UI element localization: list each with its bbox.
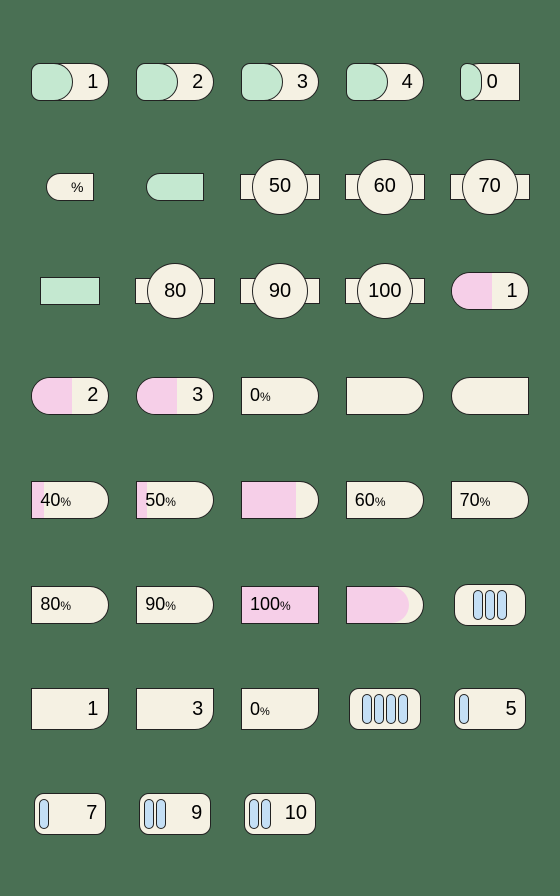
- capsule-icon: [398, 694, 408, 724]
- green-badge-2: 2: [136, 63, 214, 101]
- circle-70: 70: [462, 159, 518, 215]
- capsule-box-3: [454, 584, 526, 626]
- badge-number: 1: [506, 280, 517, 303]
- blank-pill-right: [346, 377, 424, 415]
- capsule-box-4: [349, 688, 421, 730]
- pink-fill-half: [241, 481, 319, 519]
- circle-number: 50: [269, 175, 291, 198]
- green-badge-3: 3: [241, 63, 319, 101]
- pct-symbol: %: [260, 706, 270, 718]
- pct-symbol: %: [60, 599, 71, 613]
- capsule-icon: [144, 799, 154, 829]
- capsule-icon: [374, 694, 384, 724]
- capsule-icon: [497, 590, 507, 620]
- circle-90: 90: [252, 263, 308, 319]
- green-badge-0: 0: [460, 63, 520, 101]
- capsule-icon: [459, 694, 469, 724]
- capsule-icon: [386, 694, 396, 724]
- pct-symbol: %: [280, 599, 291, 613]
- circle-number: 60: [374, 175, 396, 198]
- pink-pill-right: [346, 586, 424, 624]
- badge-number: 3: [192, 384, 203, 407]
- box-number: 9: [191, 802, 202, 825]
- num-box-3: 3: [136, 688, 214, 730]
- pct-number: 80: [40, 594, 60, 614]
- pink-badge-3: 3: [136, 377, 214, 415]
- percent-70: 70%: [451, 481, 529, 519]
- pct-symbol: %: [260, 390, 271, 404]
- badge-number: 2: [192, 71, 203, 94]
- percent-0: 0%: [241, 377, 319, 415]
- pct-number: 90: [145, 594, 165, 614]
- pct-symbol: %: [60, 495, 71, 509]
- pct-number: 100: [250, 594, 280, 614]
- capsule-icon: [485, 590, 495, 620]
- capsule-icon: [473, 590, 483, 620]
- box-number: 5: [505, 698, 516, 721]
- box-number: 10: [285, 802, 307, 825]
- pct-symbol: %: [375, 495, 386, 509]
- icon-grid: 1 2 3 4 0 % 50 60 70 80 90 100 1 2 3 0%: [0, 0, 560, 896]
- pink-badge-1: 1: [451, 272, 529, 310]
- pct-symbol: %: [165, 495, 176, 509]
- capsule-num-7: 7: [34, 793, 106, 835]
- circle-number: 80: [164, 280, 186, 303]
- capsule-icon: [156, 799, 166, 829]
- capsule-icon: [39, 799, 49, 829]
- percent-label: %: [71, 179, 83, 195]
- num-box-1: 1: [31, 688, 109, 730]
- box-number: 3: [192, 698, 203, 721]
- circle-60: 60: [357, 159, 413, 215]
- percent-90: 90%: [136, 586, 214, 624]
- pct-number: 0: [250, 385, 260, 405]
- badge-number: 1: [87, 71, 98, 94]
- badge-number: 3: [297, 71, 308, 94]
- percent-50: 50%: [136, 481, 214, 519]
- pct-number: 70: [460, 490, 480, 510]
- capsule-icon: [362, 694, 372, 724]
- pct-symbol: %: [165, 599, 176, 613]
- green-badge-1: 1: [31, 63, 109, 101]
- percent-60: 60%: [346, 481, 424, 519]
- percent-box-0: 0%: [241, 688, 319, 730]
- circle-80: 80: [147, 263, 203, 319]
- pct-number: 40: [40, 490, 60, 510]
- green-pill: [146, 173, 204, 201]
- circle-100: 100: [357, 263, 413, 319]
- percent-80: 80%: [31, 586, 109, 624]
- pct-symbol: %: [480, 495, 491, 509]
- badge-number: 2: [87, 384, 98, 407]
- percent-40: 40%: [31, 481, 109, 519]
- blank-pill-left: [451, 377, 529, 415]
- box-number: 1: [87, 698, 98, 721]
- capsule-num-5: 5: [454, 688, 526, 730]
- capsule-num-9: 9: [139, 793, 211, 835]
- circle-number: 90: [269, 280, 291, 303]
- green-rect: [40, 277, 100, 305]
- circle-number: 70: [478, 175, 500, 198]
- badge-number: 4: [402, 71, 413, 94]
- box-number: 7: [86, 802, 97, 825]
- pink-badge-2: 2: [31, 377, 109, 415]
- circle-50: 50: [252, 159, 308, 215]
- pct-number: 0: [250, 699, 260, 719]
- pct-number: 60: [355, 490, 375, 510]
- capsule-icon: [249, 799, 259, 829]
- circle-number: 100: [368, 280, 401, 303]
- percent-badge: %: [46, 173, 94, 201]
- percent-100: 100%: [241, 586, 319, 624]
- badge-number: 0: [487, 71, 498, 94]
- capsule-icon: [261, 799, 271, 829]
- pct-number: 50: [145, 490, 165, 510]
- capsule-num-10: 10: [244, 793, 316, 835]
- green-badge-4: 4: [346, 63, 424, 101]
